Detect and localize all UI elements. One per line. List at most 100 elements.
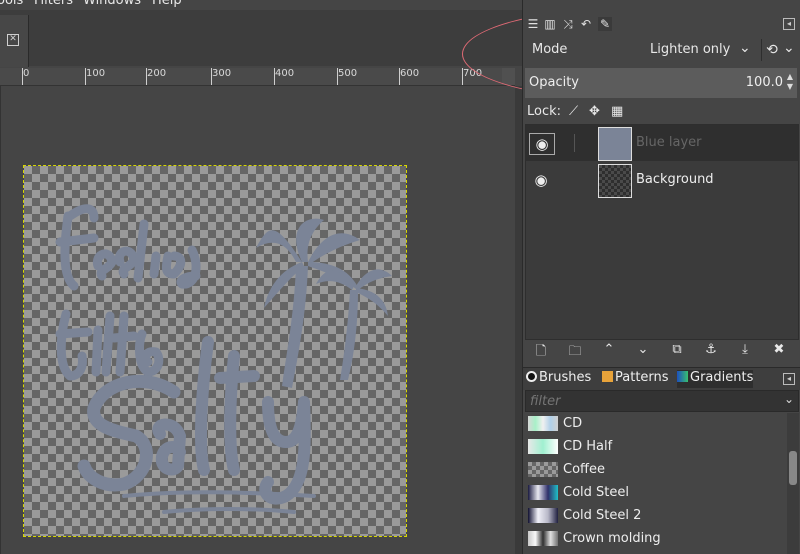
gradient-swatch	[528, 462, 558, 477]
switch-mode-icon[interactable]: ⟲	[761, 39, 782, 61]
menu-windows[interactable]: Windows	[83, 0, 141, 8]
gradient-swatch	[528, 508, 558, 523]
opacity-slider[interactable]: Opacity 100.0 ▲ ▼	[525, 68, 797, 98]
ruler-label: 200	[147, 68, 167, 79]
tab-brushes-label: Brushes	[539, 370, 592, 385]
list-item[interactable]: Cold Steel	[525, 482, 787, 504]
list-item[interactable]: Cold Steel 2	[525, 505, 787, 527]
layer-name[interactable]: Blue layer	[636, 135, 702, 150]
ruler-label: 500	[338, 68, 358, 79]
tab-patterns[interactable]: Patterns	[602, 370, 669, 388]
ruler-tick	[211, 68, 212, 85]
spin-arrows-icon[interactable]: ▲ ▼	[785, 72, 795, 92]
layer-name[interactable]: Background	[636, 172, 714, 187]
gradient-name: Crown molding	[563, 531, 661, 546]
channels-tab-icon[interactable]: ▥	[543, 17, 557, 31]
chevron-down-icon[interactable]: ⌄	[783, 40, 795, 56]
menu-tools[interactable]: ools	[0, 0, 23, 8]
raise-icon[interactable]: ⌃	[599, 342, 619, 357]
paths-tab-icon[interactable]: ⤨	[561, 17, 575, 31]
resource-tab-bar: Brushes Patterns Gradients ◂	[523, 367, 800, 390]
gradients-scrollbar[interactable]	[787, 413, 799, 554]
merge-down-icon[interactable]: ⤓	[735, 342, 755, 357]
scrollbar-thumb[interactable]	[789, 451, 797, 485]
brush-icon	[526, 371, 537, 382]
eye-icon[interactable]: ◉	[529, 170, 553, 190]
mode-label: Mode	[532, 42, 568, 57]
gradient-name: Cold Steel 2	[563, 508, 642, 523]
chevron-down-icon[interactable]: ⌄	[784, 392, 794, 406]
duplicate-icon[interactable]: ⧉	[667, 342, 687, 357]
ruler-label: 0	[23, 68, 30, 79]
ruler-label: 400	[275, 68, 295, 79]
tab-patterns-label: Patterns	[615, 370, 669, 385]
delete-icon[interactable]: ✖	[769, 342, 789, 357]
image-tab-bar: ✕	[0, 10, 522, 67]
gradients-list: CD CD Half Coffee Cold Steel Cold Steel …	[525, 413, 787, 554]
gradient-swatch	[528, 439, 558, 454]
list-item[interactable]: Coffee	[525, 459, 787, 481]
eye-icon[interactable]: ◉	[529, 133, 555, 155]
lock-label: Lock:	[527, 104, 562, 119]
undo-history-tab-icon[interactable]: ↶	[579, 17, 593, 31]
layer-row-background[interactable]: ◉ Background	[526, 162, 798, 198]
lower-icon[interactable]: ⌄	[633, 342, 653, 357]
new-group-icon[interactable]: 🗀	[565, 342, 585, 364]
ruler-tick	[274, 68, 275, 85]
gradient-swatch	[528, 485, 558, 500]
tab-gradients[interactable]: Gradients	[677, 370, 754, 388]
lock-position-icon[interactable]: ✥	[589, 104, 600, 119]
list-item[interactable]: CD Half	[525, 436, 787, 458]
layers-dock: ☰ ▥ ⤨ ↶ ✎ ◂ Mode Lighten only ⌄ ⟲ ⌄ Opac…	[522, 0, 800, 554]
ruler-label: 100	[86, 68, 106, 79]
opacity-value[interactable]: 100.0	[746, 75, 783, 90]
gradient-name: Coffee	[563, 462, 605, 477]
ruler-tick	[22, 68, 23, 85]
filter-field[interactable]: ⌄	[525, 390, 799, 412]
panel-menu-icon[interactable]: ◂	[783, 18, 795, 30]
lock-alpha-icon[interactable]: ▦	[611, 104, 623, 119]
lock-pixels-icon[interactable]: ⟋	[569, 104, 578, 119]
gradient-swatch	[528, 531, 558, 546]
dock-tab-bar: ☰ ▥ ⤨ ↶ ✎	[523, 14, 800, 36]
ruler-tick	[462, 68, 463, 85]
image-canvas[interactable]	[23, 165, 407, 537]
layer-row-blue[interactable]: ◉ Blue layer	[526, 125, 798, 161]
brush-tab-icon[interactable]: ✎	[598, 17, 612, 31]
gradient-icon	[677, 371, 688, 382]
canvas-scrollbar[interactable]	[515, 86, 522, 554]
panel-menu-icon[interactable]: ◂	[783, 373, 795, 385]
new-layer-icon[interactable]: 🗋	[531, 342, 551, 364]
gradient-name: Cold Steel	[563, 485, 629, 500]
pattern-icon	[602, 371, 613, 382]
ruler-tick	[146, 68, 147, 85]
chain-link-icon[interactable]	[574, 134, 575, 152]
ruler-label: 600	[400, 68, 420, 79]
ruler-label: 300	[212, 68, 232, 79]
anchor-icon[interactable]: ⚓	[701, 342, 721, 357]
image-tab[interactable]: ✕	[0, 15, 29, 67]
menubar: ools Filters Windows Help	[0, 0, 522, 9]
layers-tab-icon[interactable]: ☰	[526, 17, 540, 31]
mode-select[interactable]: Lighten only	[650, 42, 730, 57]
menu-filters[interactable]: Filters	[34, 0, 73, 8]
chevron-down-icon[interactable]: ⌄	[739, 40, 751, 56]
vertical-ruler	[0, 86, 1, 554]
lettering-artwork	[55, 204, 392, 514]
list-item[interactable]: Crown molding	[525, 528, 787, 550]
gradient-swatch	[528, 416, 558, 431]
filter-input[interactable]	[528, 392, 772, 410]
tab-gradients-label: Gradients	[690, 370, 754, 385]
menu-help[interactable]: Help	[152, 0, 182, 8]
horizontal-ruler: 0 100 200 300 400 500 600 700	[0, 68, 515, 86]
ruler-tick	[85, 68, 86, 85]
gradient-name: CD	[563, 416, 583, 431]
close-icon[interactable]: ✕	[7, 34, 19, 46]
layer-button-bar: 🗋 🗀 ⌃ ⌄ ⧉ ⚓ ⤓ ✖	[525, 340, 799, 362]
layer-thumbnail	[598, 164, 632, 198]
layer-thumbnail	[598, 127, 632, 161]
layers-list: ◉ Blue layer ◉ Background	[525, 124, 799, 340]
gradient-name: CD Half	[563, 439, 613, 454]
tab-brushes[interactable]: Brushes	[526, 370, 591, 388]
list-item[interactable]: CD	[525, 413, 787, 435]
